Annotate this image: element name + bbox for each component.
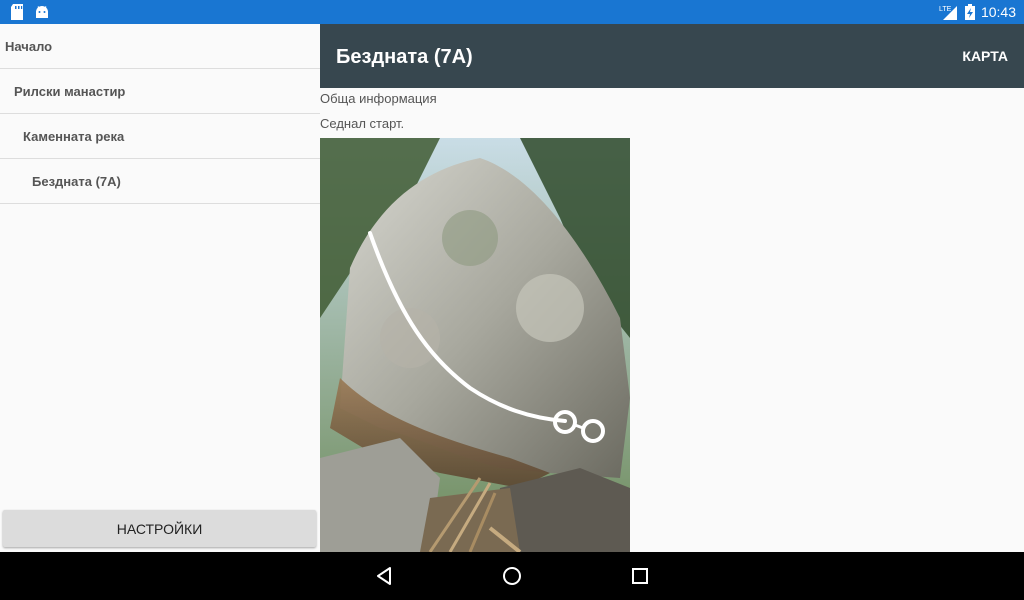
lte-signal-icon: LTE: [939, 6, 957, 20]
page-title: Бездната (7A): [336, 46, 473, 68]
navigation-drawer: Начало Рилски манастир Каменната река Бе…: [0, 24, 320, 552]
svg-text:LTE: LTE: [939, 6, 952, 13]
drawer-item-bezdnata[interactable]: Бездната (7A): [0, 159, 320, 204]
battery-charging-icon: [964, 4, 975, 20]
status-bar: LTE 10:43: [0, 0, 1024, 24]
settings-button[interactable]: НАСТРОЙКИ: [3, 510, 316, 547]
drawer-item-rila-monastery[interactable]: Рилски манастир: [0, 69, 320, 114]
recents-icon[interactable]: [628, 564, 652, 588]
drawer-item-home[interactable]: Начало: [0, 24, 320, 69]
main-content: Обща информация Седнал старт.: [320, 88, 1024, 552]
map-button[interactable]: КАРТА: [962, 48, 1008, 64]
boulder-topo-image: [320, 138, 630, 552]
toolbar: Бездната (7A) КАРТА: [320, 24, 1024, 88]
boulder-photo[interactable]: [320, 138, 630, 552]
status-right: LTE 10:43: [939, 0, 1016, 24]
problem-description: Седнал старт.: [320, 116, 405, 131]
drawer-item-label: Начало: [5, 38, 53, 54]
general-info-label: Обща информация: [320, 91, 437, 106]
home-icon[interactable]: [500, 564, 524, 588]
drawer-item-label: Каменната река: [23, 128, 125, 144]
sd-card-icon: [11, 4, 23, 20]
status-left-icons: [10, 4, 50, 20]
status-time: 10:43: [980, 4, 1016, 20]
system-nav-bar: [0, 552, 1024, 600]
back-icon[interactable]: [372, 564, 396, 588]
android-icon: [36, 6, 48, 18]
drawer-item-label: Бездната (7A): [32, 173, 121, 189]
drawer-item-label: Рилски манастир: [14, 83, 126, 99]
drawer-item-stone-river[interactable]: Каменната река: [0, 114, 320, 159]
